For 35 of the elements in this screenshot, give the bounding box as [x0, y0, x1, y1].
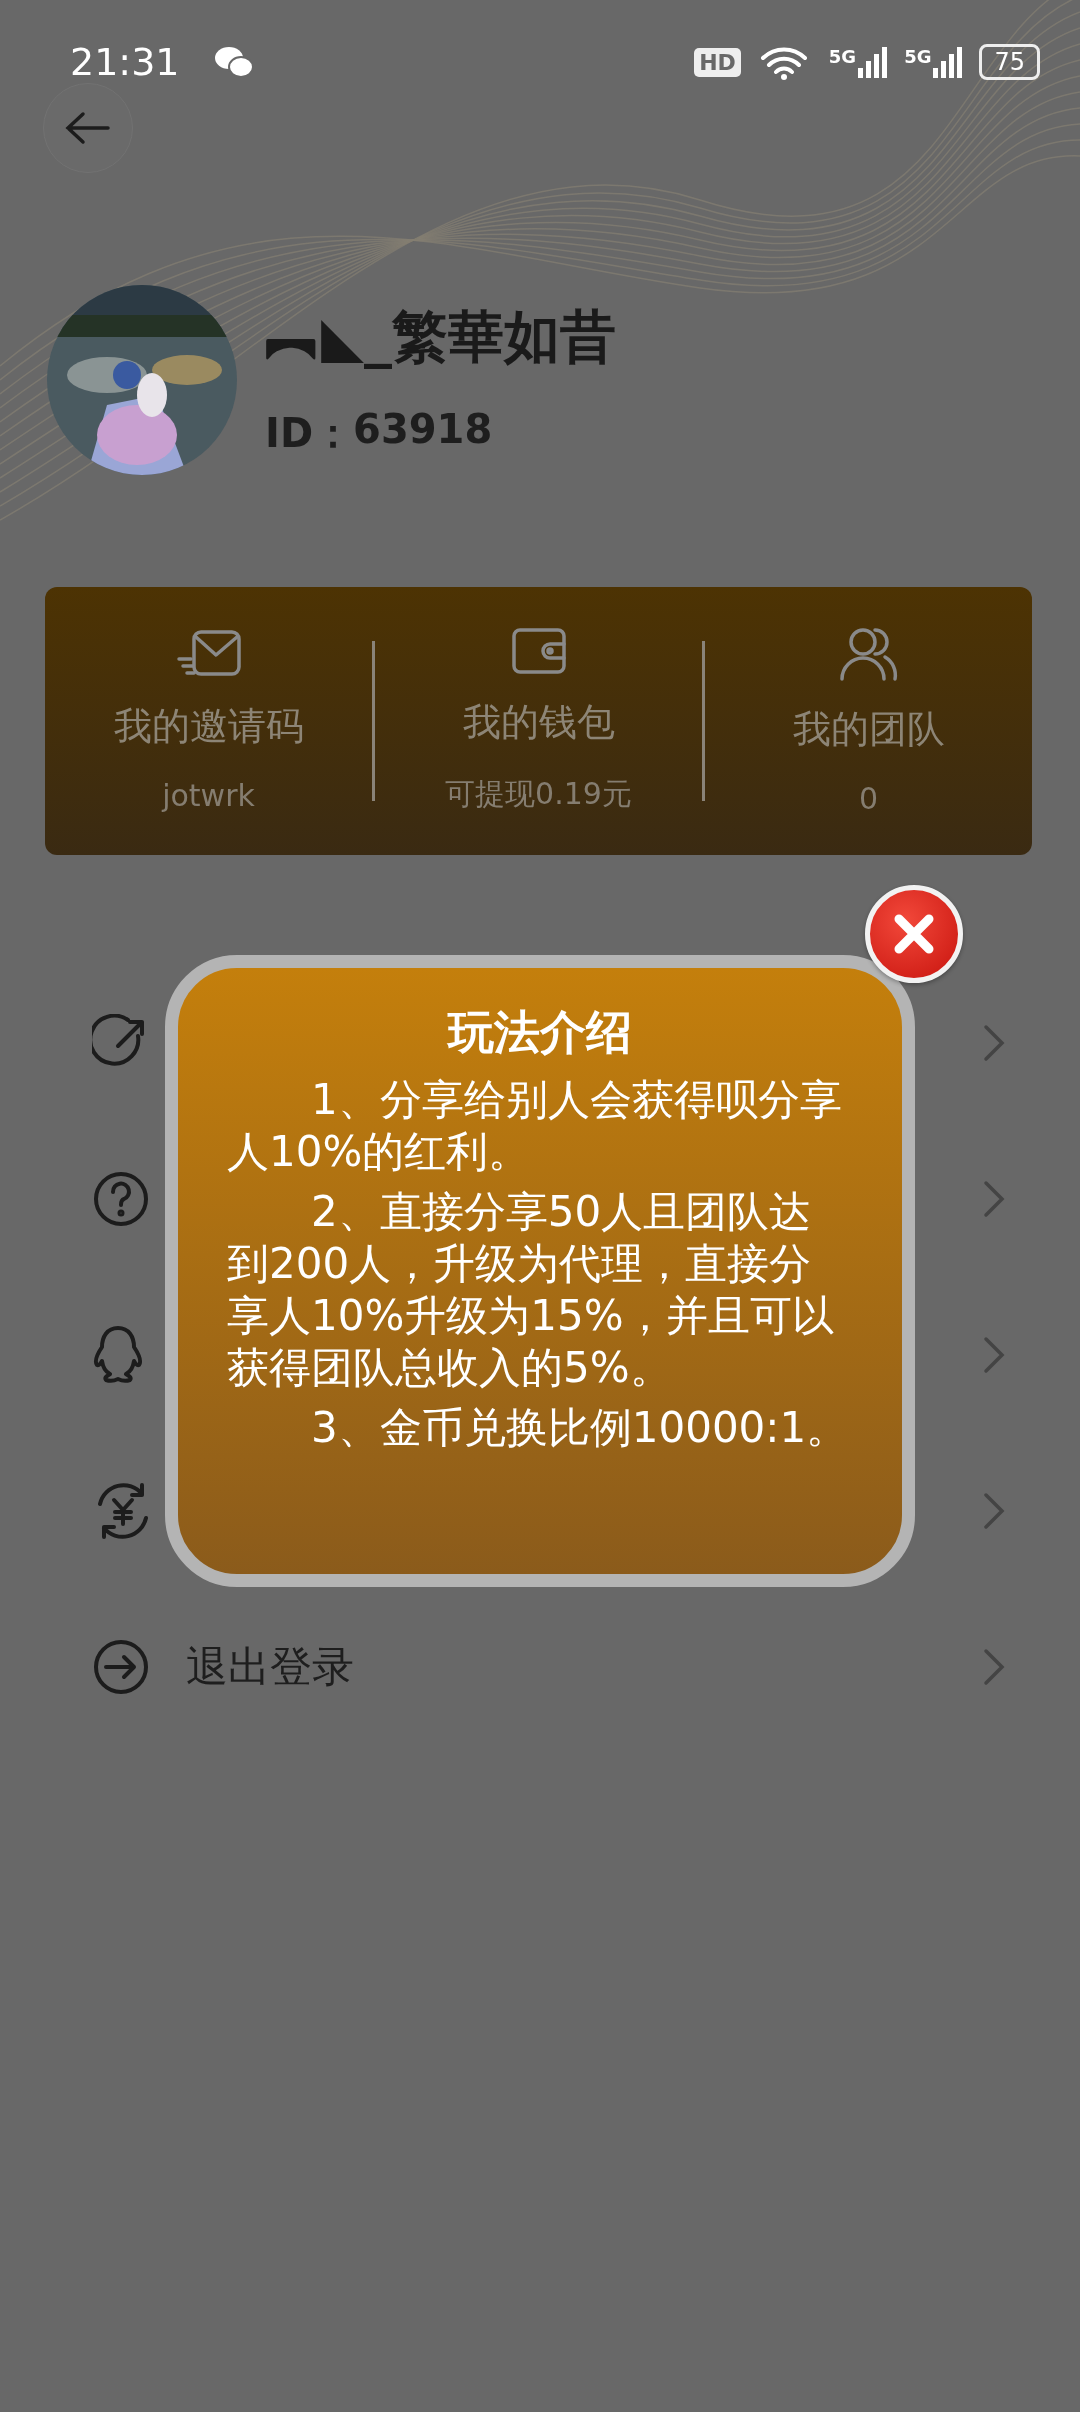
network-label: 5G — [904, 46, 932, 67]
stat-title[interactable]: 我的邀请码 — [113, 701, 304, 752]
stat-value: jotwrk — [162, 778, 255, 813]
help-icon — [92, 1170, 150, 1228]
stat-title[interactable]: 我的钱包 — [462, 697, 615, 748]
signal-icon — [933, 46, 964, 78]
chat-bubbles-icon — [213, 45, 254, 79]
dialog-title: 玩法介绍 — [448, 1004, 632, 1061]
chevron-right-icon — [983, 1180, 1005, 1218]
back-arrow-icon — [65, 111, 111, 145]
rule-paragraph: 1、分享给别人会获得呗分享人10%的红利。 — [227, 1074, 843, 1178]
wallet-icon — [510, 627, 567, 675]
chevron-right-icon — [983, 1648, 1005, 1686]
stat-title[interactable]: 我的团队 — [792, 704, 945, 755]
mail-icon — [175, 629, 242, 679]
hd-badge: HD — [694, 47, 741, 77]
id-label: ID： — [265, 408, 354, 458]
rule-paragraph: 3、金币兑换比例10000:1。 — [310, 1402, 850, 1454]
signal-icon — [858, 46, 889, 78]
status-time: 21:31 — [70, 40, 180, 84]
chevron-right-icon — [983, 1492, 1005, 1530]
penguin-icon — [92, 1325, 144, 1385]
user-id: 63918 — [353, 405, 493, 454]
user-name: ︻◣_繁華如昔 — [265, 302, 617, 371]
battery-indicator: 75 — [979, 44, 1040, 80]
stat-value: 0 — [858, 781, 879, 816]
close-icon — [892, 912, 936, 956]
network-label: 5G — [828, 46, 857, 67]
menu-label[interactable]: 退出登录 — [186, 1639, 354, 1695]
chevron-right-icon — [983, 1024, 1005, 1062]
rule-paragraph: 2、直接分享50人且团队达到200人，升级为代理，直接分享人10%升级为15%，并且可以获得团队总收入的5%。 — [227, 1186, 835, 1394]
chevron-right-icon — [983, 1336, 1005, 1374]
people-icon — [838, 626, 899, 682]
stat-value: 可提现0.19元 — [445, 775, 632, 813]
logout-icon — [92, 1638, 150, 1696]
